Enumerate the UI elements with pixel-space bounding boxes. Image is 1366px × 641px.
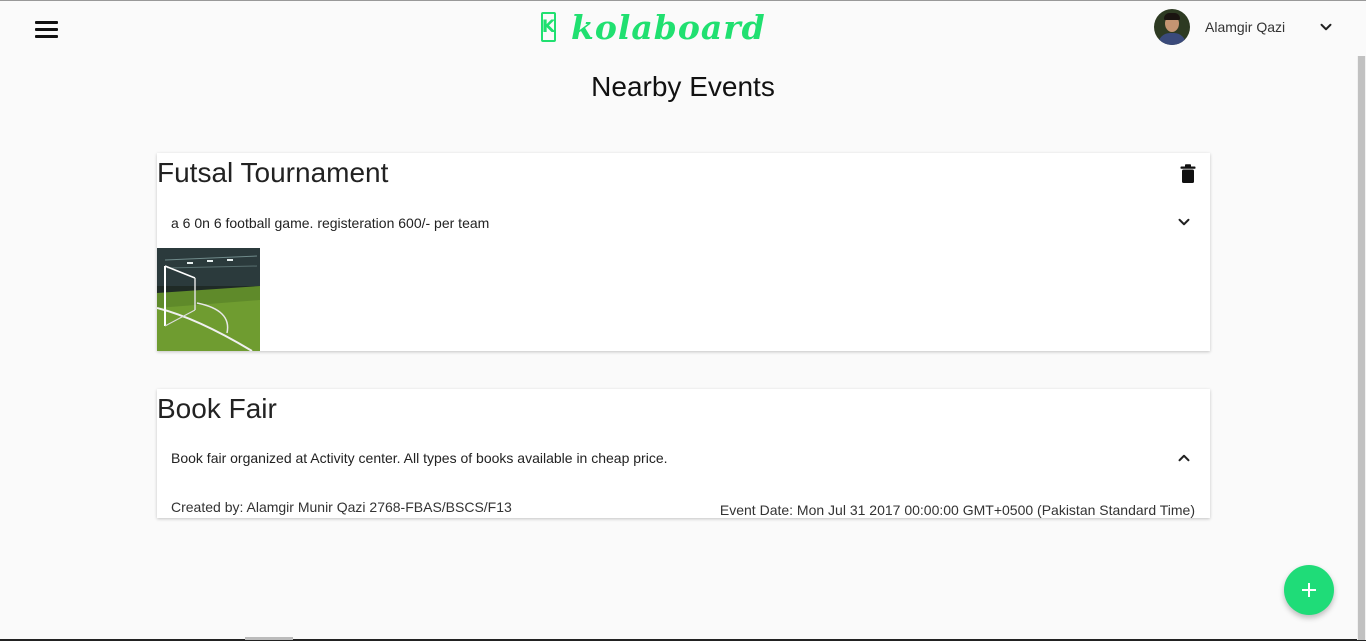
trash-icon[interactable] [1179, 164, 1197, 184]
event-description: Book fair organized at Activity center. … [171, 450, 668, 466]
event-image-futsal-field[interactable] [157, 248, 260, 351]
plus-icon [1302, 583, 1316, 597]
event-created-by: Created by: Alamgir Munir Qazi 2768-FBAS… [171, 499, 512, 515]
event-date: Event Date: Mon Jul 31 2017 00:00:00 GMT… [719, 502, 1195, 518]
event-title: Futsal Tournament [157, 157, 389, 188]
bottom-edge-indicator [245, 637, 293, 640]
event-card: Book Fair Book fair organized at Activit… [157, 389, 1210, 518]
event-title: Book Fair [157, 393, 277, 424]
event-card: Futsal Tournament a 6 0n 6 football game… [157, 153, 1210, 351]
event-description: a 6 0n 6 football game. registeration 60… [171, 215, 490, 231]
logo-mark: K [541, 12, 556, 42]
logo-text: kolaboard [571, 7, 766, 47]
chevron-down-icon[interactable] [1175, 213, 1193, 231]
user-name: Alamgir Qazi [1205, 19, 1286, 35]
page-title: Nearby Events [591, 71, 775, 102]
user-menu[interactable]: Alamgir Qazi [1154, 9, 1335, 45]
chevron-down-icon[interactable] [1317, 18, 1335, 36]
chevron-up-icon[interactable] [1175, 449, 1193, 467]
hamburger-menu-icon[interactable] [33, 19, 59, 41]
avatar [1154, 9, 1190, 45]
vertical-scrollbar[interactable] [1357, 56, 1366, 640]
app-header: K kolaboard Alamgir Qazi [0, 1, 1366, 57]
scrollbar-thumb[interactable] [1358, 56, 1365, 640]
kolaboard-logo[interactable]: K kolaboard [541, 7, 766, 47]
add-event-button[interactable] [1284, 565, 1334, 615]
